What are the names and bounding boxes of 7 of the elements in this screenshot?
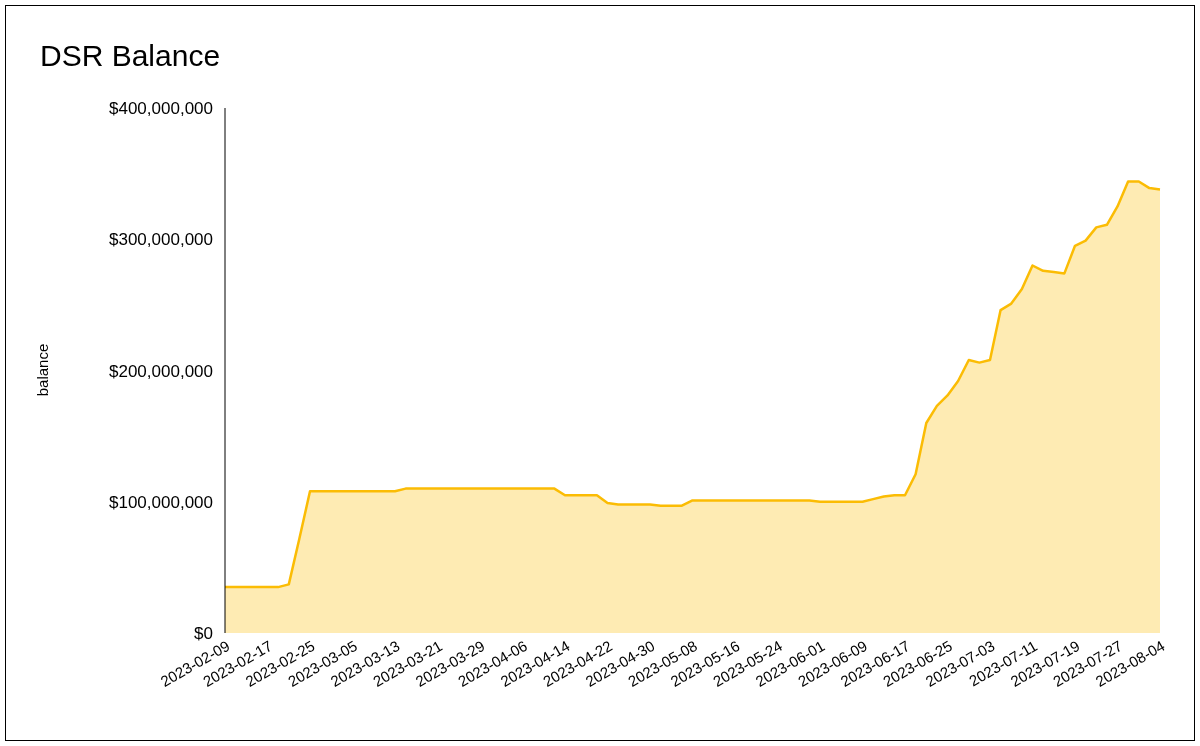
y-tick-label: $400,000,000: [109, 99, 213, 118]
y-axis-title: balance: [34, 343, 51, 397]
y-tick-label: $0: [194, 624, 213, 643]
y-tick-label: $100,000,000: [109, 492, 213, 512]
y-tick-label: $300,000,000: [109, 230, 213, 250]
chart-title: DSR Balance: [40, 39, 221, 73]
y-tick-label: $200,000,000: [109, 361, 213, 381]
